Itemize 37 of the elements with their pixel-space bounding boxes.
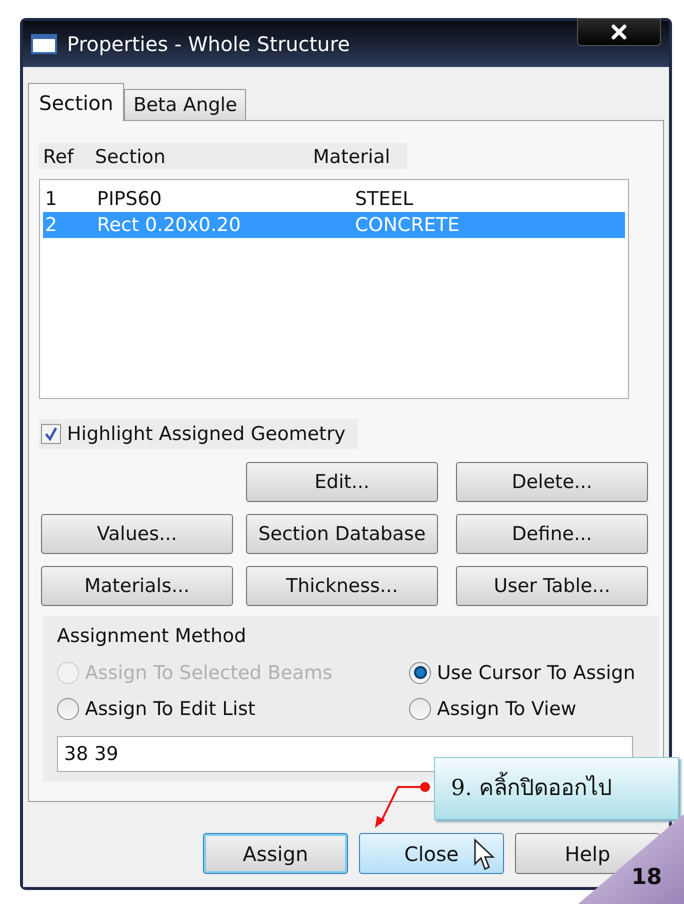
group-title: Assignment Method [57, 624, 248, 649]
dialog-button[interactable]: Materials... [41, 566, 233, 606]
radio-option[interactable]: Assign To View [409, 695, 645, 724]
mouse-cursor-icon [473, 838, 497, 872]
radio-button[interactable] [409, 698, 431, 720]
list-cell-text: PIPS60 [97, 186, 163, 212]
dialog-button[interactable]: Values... [41, 514, 233, 554]
dialog-button[interactable]: Assign [203, 833, 348, 874]
pointer-arrow [372, 780, 432, 830]
window-icon [31, 34, 57, 54]
dialog-button[interactable]: Close [359, 833, 504, 874]
list-row[interactable]: 1 PIPS60 STEEL [43, 186, 625, 212]
dialog-button[interactable]: Delete... [456, 462, 648, 502]
list-cell-text: CONCRETE [355, 212, 461, 238]
dialog-button[interactable]: Section Database [246, 514, 438, 554]
window-title: Properties - Whole Structure [67, 31, 350, 58]
list-cell-text: 1 [44, 186, 58, 212]
callout-text: 9. คลิ้กปิดออกไป [451, 772, 612, 805]
checkbox-label: Highlight Assigned Geometry [67, 422, 346, 447]
list-cell-text: Rect 0.20x0.20 [97, 212, 242, 238]
list-cell-text: STEEL [355, 186, 414, 212]
dialog-button[interactable]: Define... [456, 514, 648, 554]
radio-option[interactable]: Use Cursor To Assign [409, 658, 645, 687]
dialog-button[interactable]: User Table... [456, 566, 648, 606]
close-button[interactable] [577, 18, 661, 46]
checkbox[interactable] [41, 424, 61, 444]
radio-option[interactable]: Assign To Edit List [57, 695, 409, 724]
tab[interactable]: Beta Angle [124, 89, 246, 121]
dialog-button[interactable]: Thickness... [246, 566, 438, 606]
list-cell-text: 2 [44, 212, 58, 238]
dialog-button[interactable]: Edit... [246, 462, 438, 502]
check-icon [44, 427, 58, 441]
radio-button[interactable] [409, 662, 431, 684]
radio-button[interactable] [57, 698, 79, 720]
column-header: Ref [39, 143, 91, 169]
checkbox-row[interactable]: Highlight Assigned Geometry [39, 419, 358, 449]
tab[interactable]: Section [28, 83, 124, 121]
